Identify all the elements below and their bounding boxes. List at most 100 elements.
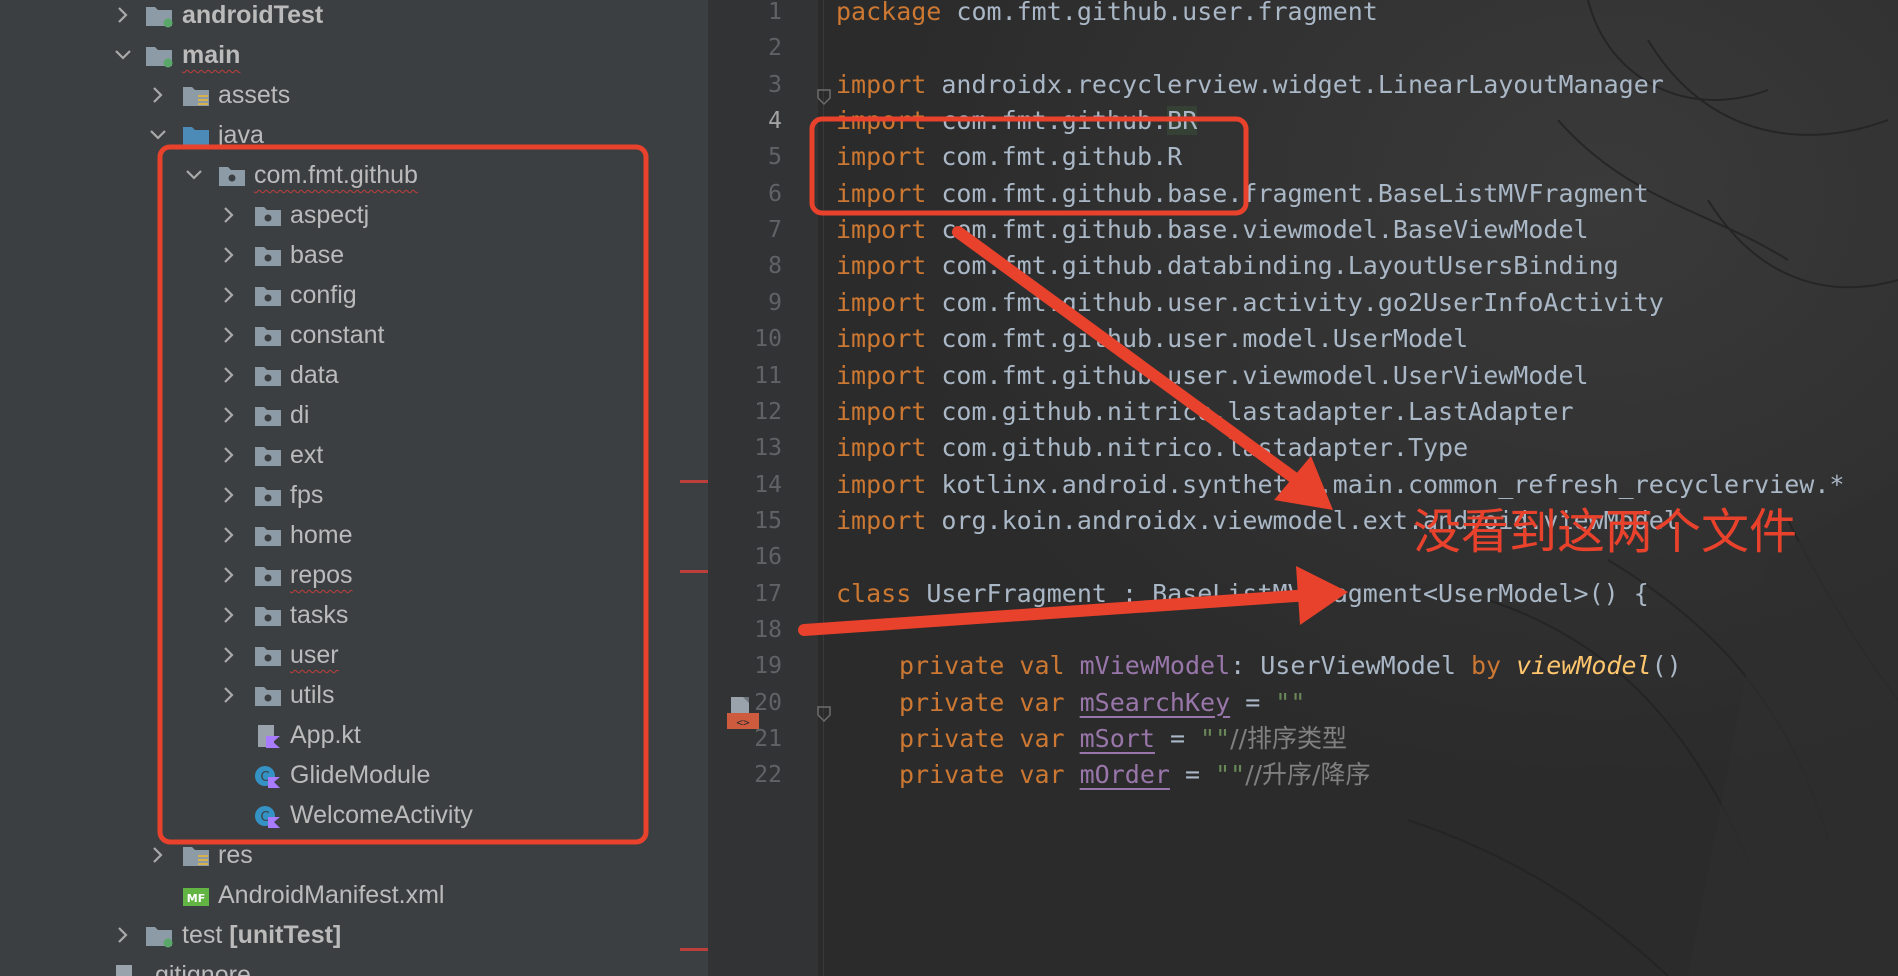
tree-item-utils[interactable]: utils [0,675,708,715]
chevron-right-icon[interactable] [216,515,242,555]
tree-item-androidmanifest-xml[interactable]: MF AndroidManifest.xml [0,875,708,915]
code-token: import [836,505,927,535]
tree-item-gitignore[interactable]: .gitignore [0,955,708,976]
chevron-right-icon[interactable] [110,915,136,955]
package-folder-icon [254,404,282,428]
chevron-down-icon[interactable] [145,115,171,155]
chevron-down-icon[interactable] [110,35,136,75]
code-editor[interactable]: 1 2 3 4 5 6 7 8 9 10 11 12 13 14 15 16 17 18 19 20 21 22 <> p… [708,0,1898,976]
code-token: private val [899,651,1080,681]
code-token: "" [1200,724,1231,753]
tree-item-label: com.fmt.github [254,161,418,189]
chevron-right-icon[interactable] [145,835,171,875]
line-number-gutter: 1 2 3 4 5 6 7 8 9 10 11 12 13 14 15 16 17 18 19 20 21 22 [708,0,818,976]
tree-item-welcomeactivity[interactable]: C WelcomeActivity [0,795,708,835]
code-token: import [836,360,927,390]
chevron-right-icon[interactable] [216,635,242,675]
tree-item-res[interactable]: res [0,835,708,875]
chevron-right-icon[interactable] [216,595,242,635]
tree-item-label: config [290,281,357,309]
tree-item-label: user [290,641,339,669]
tree-item-home[interactable]: home [0,515,708,555]
tree-item-test[interactable]: test [unitTest] [0,915,708,955]
chevron-right-icon[interactable] [216,675,242,715]
code-token: package [836,0,942,26]
tree-item-repos[interactable]: repos [0,555,708,595]
code-token: mSort [1079,724,1155,753]
chevron-down-icon[interactable] [181,155,207,195]
package-folder-icon [254,244,282,268]
code-token: () [1651,651,1682,681]
package-folder-icon [254,364,282,388]
chevron-right-icon[interactable] [216,475,242,515]
kotlin-file-icon [254,724,282,748]
code-token: import [836,251,927,281]
tree-item-label: WelcomeActivity [290,801,473,829]
tree-item-fps[interactable]: fps [0,475,708,515]
code-token: import [836,215,927,245]
package-folder-icon [254,444,282,468]
tree-item-app-kt[interactable]: App.kt [0,715,708,755]
source-folder-icon [182,124,210,148]
tree-item-tasks[interactable]: tasks [0,595,708,635]
tree-item-label: GlideModule [290,761,431,789]
fold-icon[interactable] [815,705,835,725]
tree-item-java[interactable]: java [0,115,708,155]
chevron-right-icon[interactable] [216,275,242,315]
tree-item-user[interactable]: user [0,635,708,675]
tree-item-suffix: [unitTest] [222,921,342,949]
tree-item-label: base [290,241,345,269]
tree-item-label: androidTest [182,1,324,29]
chevron-right-icon[interactable] [216,395,242,435]
chevron-right-icon[interactable] [216,555,242,595]
tree-item-di[interactable]: di [0,395,708,435]
chevron-right-icon[interactable] [216,355,242,395]
tree-item-glidemodule[interactable]: C GlideModule [0,755,708,795]
code-token: com.github.nitrico.lastadapter.Type [926,433,1469,463]
tree-item-constant[interactable]: constant [0,315,708,355]
tree-item-data[interactable]: data [0,355,708,395]
tree-item-config[interactable]: config [0,275,708,315]
tree-item-label: AndroidManifest.xml [218,881,445,909]
code-token: = [1230,687,1276,717]
text-file-icon [110,964,138,976]
code-token: "" [1215,760,1246,790]
code-line[interactable]: private var mOrder = ""//升序/降序 [899,753,1370,797]
tree-item-base[interactable]: base [0,235,708,275]
annotation-note: 没看到这两个文件 [1413,504,1798,560]
tree-item-label: tasks [290,601,349,629]
package-folder-icon [254,324,282,348]
chevron-right-icon[interactable] [216,435,242,475]
code-token: : UserViewModel [1230,651,1471,681]
tree-item-androidtest[interactable]: androidTest [0,0,708,35]
code-token: UserFragment : BaseListMVFragment<UserMo… [911,578,1649,608]
tree-item-main[interactable]: main [0,35,708,75]
code-token: com.github.nitrico.lastadapter.LastAdapt… [926,396,1574,426]
chevron-right-icon[interactable] [216,235,242,275]
code-token: import [836,469,927,499]
tree-item-com-fmt-github[interactable]: com.fmt.github [0,155,708,195]
package-folder-icon [254,484,282,508]
manifest-file-icon: MF [182,884,210,908]
code-token: com.fmt.github. [926,106,1168,136]
tree-item-assets[interactable]: assets [0,75,708,115]
chevron-right-icon[interactable] [145,75,171,115]
tree-item-ext[interactable]: ext [0,435,708,475]
code-token: com.fmt.github.user.activity.go2UserInfo… [926,287,1664,317]
package-folder-icon [254,524,282,548]
chevron-right-icon[interactable] [216,195,242,235]
package-folder-icon [254,204,282,228]
code-token: by [1470,651,1517,681]
code-token: import [836,178,927,208]
code-line[interactable]: class UserFragment : BaseListMVFragment<… [836,572,1649,616]
code-token: BR [1167,106,1198,136]
code-token: com.fmt.github.databinding.LayoutUsersBi… [926,251,1619,281]
code-line[interactable]: package com.fmt.github.user.fragment [836,0,1378,34]
class-gutter-icon[interactable]: <> [725,697,761,733]
code-token: //升序/降序 [1245,760,1371,790]
tree-item-aspectj[interactable]: aspectj [0,195,708,235]
fold-icon[interactable] [815,88,835,108]
chevron-right-icon[interactable] [110,0,136,35]
code-token: private var [899,687,1080,717]
chevron-right-icon[interactable] [216,315,242,355]
